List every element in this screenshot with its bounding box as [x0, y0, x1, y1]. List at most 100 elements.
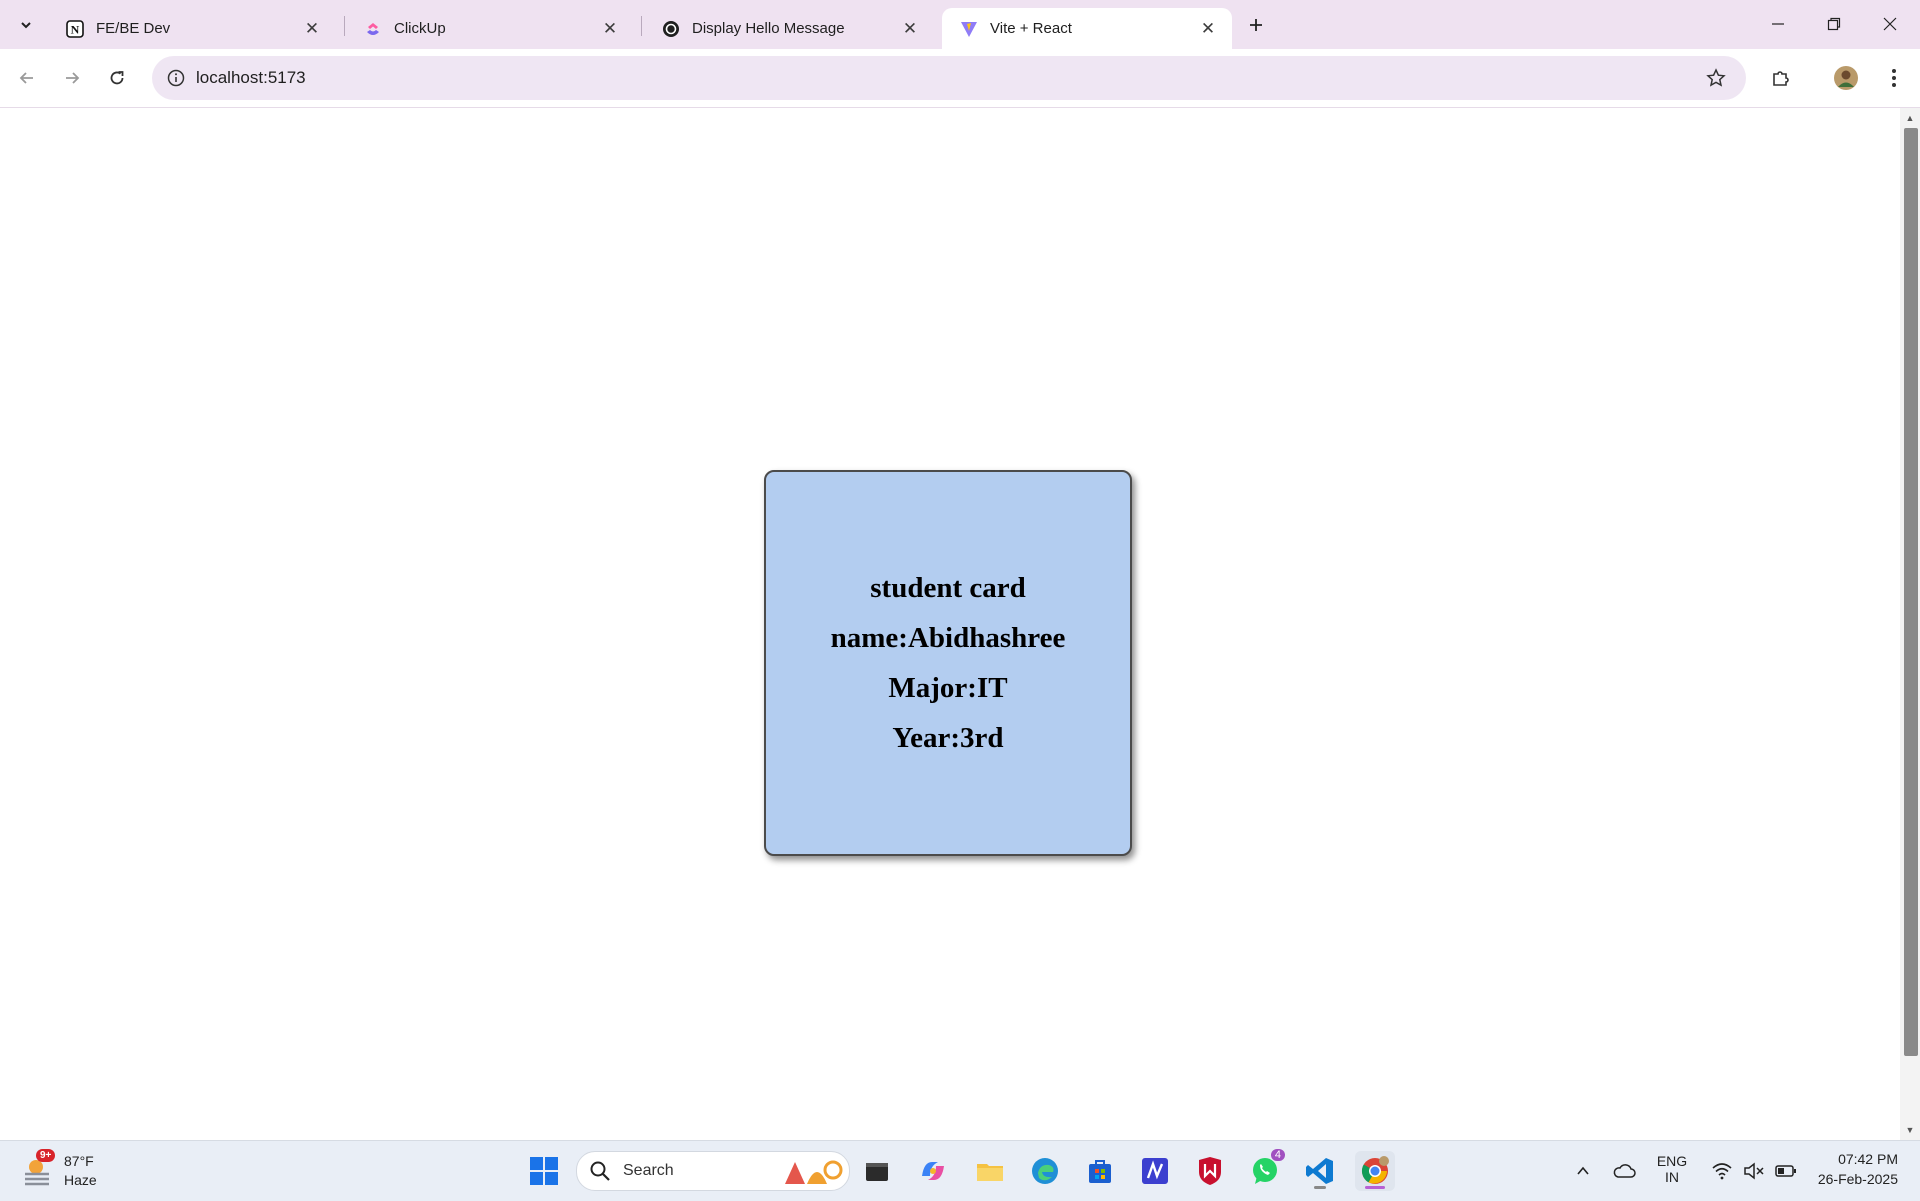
info-icon[interactable] [162, 64, 190, 92]
taskbar-file-explorer[interactable] [970, 1151, 1010, 1191]
cloud-icon [1613, 1164, 1636, 1178]
language-region: IN [1665, 1169, 1679, 1185]
profile-avatar[interactable] [1828, 60, 1864, 96]
reload-icon [110, 71, 124, 85]
reload-button[interactable] [99, 60, 135, 96]
tab-strip: N FE/BE Dev ✕ ClickUp ✕ Display Hello Me… [0, 0, 1920, 49]
search-icon [590, 1161, 610, 1181]
scroll-up-arrow-icon[interactable]: ▲ [1904, 112, 1916, 124]
tab-title: Display Hello Message [692, 20, 845, 37]
onedrive-button[interactable] [1606, 1151, 1642, 1191]
show-hidden-icons-button[interactable] [1565, 1151, 1601, 1191]
back-button[interactable] [9, 60, 45, 96]
taskbar-terminal[interactable] [857, 1151, 897, 1191]
edge-icon [1032, 1158, 1058, 1184]
taskbar: 9+ 87°F Haze Search 4 ENG IN 07:42 PM 26… [0, 1140, 1920, 1201]
system-clock[interactable]: 07:42 PM 26-Feb-2025 [1818, 1149, 1898, 1189]
speaker-muted-icon [1744, 1162, 1764, 1180]
tab-title: FE/BE Dev [96, 20, 171, 37]
card-year: Year:3rd [892, 722, 1004, 754]
address-bar[interactable]: localhost:5173 [152, 56, 1746, 100]
close-icon[interactable]: ✕ [302, 19, 322, 39]
card-title: student card [870, 572, 1026, 604]
student-card: student card name:Abidhashree Major:IT Y… [764, 470, 1132, 856]
arrow-left-icon [19, 72, 33, 84]
whatsapp-badge: 4 [1270, 1149, 1285, 1161]
vertical-scrollbar[interactable]: ▲ ▼ [1900, 108, 1920, 1140]
close-icon [1883, 17, 1897, 31]
tab-title: Vite + React [990, 20, 1072, 37]
copilot-icon [922, 1162, 944, 1180]
scroll-down-arrow-icon[interactable]: ▼ [1904, 1124, 1916, 1136]
clock-date: 26-Feb-2025 [1817, 1171, 1898, 1187]
tab-vite-react[interactable]: Vite + React ✕ [942, 8, 1232, 49]
plus-icon [1250, 19, 1262, 31]
taskbar-mcafee[interactable] [1190, 1151, 1230, 1191]
running-indicator [1314, 1186, 1326, 1189]
tab-fe-be-dev[interactable]: N FE/BE Dev ✕ [48, 8, 336, 49]
weather-badge: 9+ [36, 1149, 56, 1162]
more-vertical-icon [1892, 69, 1896, 87]
notion-icon: N [66, 19, 84, 38]
quick-settings-button[interactable] [1700, 1151, 1808, 1191]
search-label: Search [623, 1162, 674, 1179]
mcafee-shield-icon [1199, 1157, 1221, 1185]
wifi-icon [1712, 1163, 1732, 1180]
tab-clickup[interactable]: ClickUp ✕ [346, 8, 634, 49]
start-button[interactable] [524, 1151, 564, 1191]
windows-icon [530, 1157, 558, 1185]
weather-temp: 87°F [64, 1153, 94, 1169]
tab-title: ClickUp [394, 20, 446, 37]
svg-text:N: N [71, 22, 80, 36]
taskbar-chrome[interactable] [1355, 1151, 1395, 1191]
battery-icon [1775, 1165, 1796, 1177]
restore-icon [1827, 17, 1841, 31]
chrome-icon [1361, 1156, 1389, 1184]
avatar-icon [1834, 66, 1858, 90]
chatgpt-icon [662, 20, 680, 38]
forward-button[interactable] [54, 60, 90, 96]
running-indicator [1365, 1186, 1385, 1189]
extensions-button[interactable] [1763, 60, 1799, 96]
minimize-icon [1772, 23, 1784, 25]
scrollbar-thumb[interactable] [1904, 128, 1918, 1056]
restore-button[interactable] [1814, 8, 1854, 40]
store-icon [1089, 1160, 1111, 1183]
vscode-icon [1306, 1158, 1333, 1184]
minimize-button[interactable] [1758, 8, 1798, 40]
language-code: ENG [1656, 1153, 1688, 1169]
clock-time: 07:42 PM [1838, 1151, 1898, 1167]
terminal-icon [866, 1163, 888, 1181]
taskbar-app[interactable] [1135, 1151, 1175, 1191]
bookmark-star-icon[interactable] [1702, 64, 1730, 92]
taskbar-whatsapp[interactable]: 4 [1245, 1149, 1285, 1191]
menu-button[interactable] [1876, 60, 1912, 96]
tab-search-button[interactable] [12, 12, 40, 38]
close-icon[interactable]: ✕ [900, 19, 920, 39]
folder-icon [977, 1164, 1003, 1181]
taskbar-edge[interactable] [1025, 1151, 1065, 1191]
card-major: Major:IT [888, 672, 1008, 704]
puzzle-icon [1773, 71, 1789, 86]
clickup-icon [364, 20, 382, 38]
page-viewport: student card name:Abidhashree Major:IT Y… [0, 108, 1900, 1140]
address-text: localhost:5173 [196, 68, 306, 87]
chevron-up-icon [1577, 1166, 1589, 1175]
weather-widget[interactable]: 9+ 87°F Haze [22, 1149, 142, 1193]
browser-toolbar: localhost:5173 [0, 49, 1920, 108]
tab-display-hello-message[interactable]: Display Hello Message ✕ [644, 8, 934, 49]
taskbar-store[interactable] [1080, 1151, 1120, 1191]
card-name: name:Abidhashree [830, 622, 1066, 654]
language-indicator[interactable]: ENG IN [1650, 1153, 1694, 1185]
taskbar-vscode[interactable] [1300, 1151, 1340, 1191]
new-tab-button[interactable] [1242, 12, 1270, 38]
taskbar-copilot[interactable] [913, 1151, 953, 1191]
close-icon[interactable]: ✕ [600, 19, 620, 39]
close-window-button[interactable] [1870, 8, 1910, 40]
weather-condition: Haze [64, 1172, 97, 1188]
close-icon[interactable]: ✕ [1198, 19, 1218, 39]
chevron-down-icon [21, 22, 31, 29]
tab-separator [344, 16, 345, 36]
app-icon [1142, 1158, 1168, 1184]
taskbar-search[interactable]: Search [576, 1151, 850, 1191]
